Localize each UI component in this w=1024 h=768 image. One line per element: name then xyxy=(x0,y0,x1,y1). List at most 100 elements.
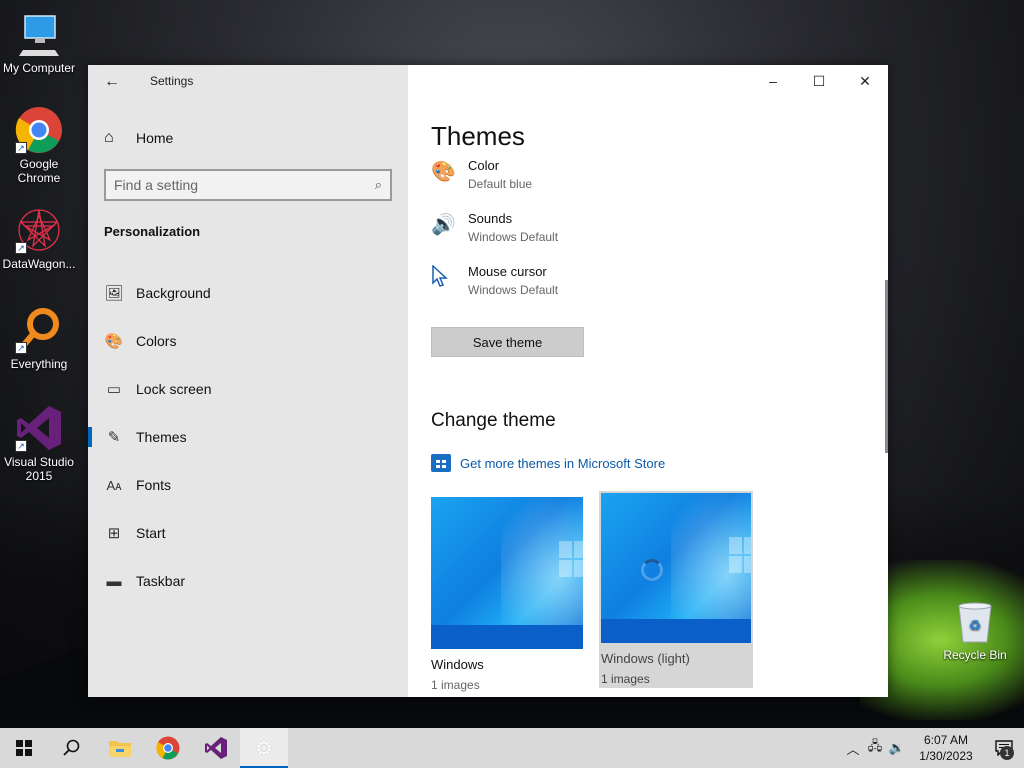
shortcut-arrow-icon: ↗ xyxy=(15,440,27,452)
page-title: Themes xyxy=(431,121,525,151)
datawagon-icon: ↗ xyxy=(15,206,63,254)
desktop-icon-label: Recycle Bin xyxy=(943,648,1007,662)
fonts-icon: Aᴀ xyxy=(106,477,122,493)
theme-thumbnail xyxy=(431,497,583,649)
setting-color[interactable]: 🎨 Color Default blue xyxy=(431,157,532,193)
taskbar-file-explorer[interactable] xyxy=(96,728,144,768)
sidebar-item-label: Lock screen xyxy=(136,381,212,397)
taskbar-chrome[interactable] xyxy=(144,728,192,768)
theme-card-windows[interactable]: Windows 1 images xyxy=(431,497,585,692)
window-controls: – ☐ ✕ xyxy=(750,65,888,97)
cursor-icon xyxy=(431,263,468,299)
search-box: ⌕ xyxy=(104,169,392,201)
store-icon xyxy=(431,454,451,472)
setting-sounds[interactable]: 🔊 Sounds Windows Default xyxy=(431,210,558,246)
theme-name: Windows (light) xyxy=(601,651,690,666)
sidebar-item-themes[interactable]: ✎ Themes xyxy=(88,413,408,461)
search-input[interactable] xyxy=(114,177,375,193)
clock[interactable]: 6:07 AM 1/30/2023 xyxy=(908,732,984,764)
desktop-icon-label: DataWagon... xyxy=(2,257,76,271)
app-title: Settings xyxy=(150,74,194,88)
image-icon: 🖼 xyxy=(104,285,124,302)
palette-icon: 🎨 xyxy=(104,333,124,350)
store-link[interactable]: Get more themes in Microsoft Store xyxy=(431,454,665,472)
sidebar-item-lock-screen[interactable]: ▭ Lock screen xyxy=(88,365,408,413)
folder-icon xyxy=(109,741,131,757)
palette-icon: 🎨 xyxy=(431,161,456,183)
sidebar-item-fonts[interactable]: Aᴀ Fonts xyxy=(88,461,408,509)
everything-search-icon: ↗ xyxy=(15,306,63,354)
sidebar-item-label: Colors xyxy=(136,333,177,349)
save-theme-button[interactable]: Save theme xyxy=(431,327,584,357)
setting-label: Color xyxy=(468,158,500,173)
settings-content: – ☐ ✕ Themes 🎨 Color Default blue 🔊 Soun… xyxy=(408,65,888,697)
search-button[interactable] xyxy=(48,728,96,768)
settings-sidebar: ← Settings ⌂ Home ⌕ Personalization 🖼 Ba… xyxy=(88,65,408,697)
system-tray: ︿ 🖧 🔉 6:07 AM 1/30/2023 1 xyxy=(842,728,1024,768)
setting-label: Sounds xyxy=(468,211,513,226)
desktop-icon-label: Visual Studio 2015 xyxy=(4,455,74,483)
taskbar-visual-studio[interactable] xyxy=(192,728,240,768)
action-center-button[interactable]: 1 xyxy=(984,728,1024,768)
notification-badge: 1 xyxy=(1000,746,1014,760)
themes-icon: ✎ xyxy=(107,429,121,446)
setting-value: Windows Default xyxy=(468,230,559,244)
sidebar-item-label: Background xyxy=(136,285,211,301)
sidebar-item-taskbar[interactable]: ▬ Taskbar xyxy=(88,557,408,605)
minimize-button[interactable]: – xyxy=(750,65,796,97)
loading-spinner-icon xyxy=(641,559,663,581)
setting-value: Default blue xyxy=(468,177,533,191)
theme-thumbnail xyxy=(601,493,751,643)
sidebar-item-colors[interactable]: 🎨 Colors xyxy=(88,317,408,365)
network-icon[interactable]: 🖧 xyxy=(864,737,886,759)
desktop-icon-recycle-bin[interactable]: ♻ Recycle Bin xyxy=(940,600,1010,662)
taskbar-icon: ▬ xyxy=(106,572,122,590)
speaker-icon: 🔊 xyxy=(431,214,456,236)
desktop-icon-google-chrome[interactable]: ↗ Google Chrome xyxy=(0,106,78,185)
chevron-up-icon[interactable]: ︿ xyxy=(842,739,864,758)
title-bar: ← Settings xyxy=(88,65,408,97)
start-button[interactable] xyxy=(0,728,48,768)
clock-date: 1/30/2023 xyxy=(919,749,973,763)
sidebar-item-start[interactable]: ⊞ Start xyxy=(88,509,408,557)
back-button[interactable]: ← xyxy=(98,71,126,93)
section-heading: Personalization xyxy=(104,224,201,239)
shortcut-arrow-icon: ↗ xyxy=(15,242,27,254)
shortcut-arrow-icon: ↗ xyxy=(15,142,27,154)
setting-value: Windows Default xyxy=(468,283,559,297)
sidebar-nav: 🖼 Background 🎨 Colors ▭ Lock screen ✎ Th… xyxy=(88,269,408,605)
desktop-icon-my-computer[interactable]: My Computer xyxy=(0,10,78,75)
windows-logo-icon xyxy=(559,541,583,579)
sidebar-item-home[interactable]: ⌂ Home xyxy=(104,129,173,147)
sidebar-item-background[interactable]: 🖼 Background xyxy=(88,269,408,317)
windows-start-icon xyxy=(16,740,32,756)
start-icon: ⊞ xyxy=(107,525,121,542)
setting-mouse-cursor[interactable]: Mouse cursor Windows Default xyxy=(431,263,558,299)
theme-count: 1 images xyxy=(601,672,650,686)
windows-logo-icon xyxy=(729,537,751,575)
desktop-icon-visual-studio[interactable]: ↗ Visual Studio 2015 xyxy=(0,404,78,483)
setting-label: Mouse cursor xyxy=(468,264,547,279)
theme-card-windows-light[interactable]: Windows (light) 1 images xyxy=(599,491,753,688)
desktop-icon-datawagon[interactable]: ↗ DataWagon... xyxy=(0,206,78,271)
volume-icon[interactable]: 🔉 xyxy=(886,740,908,756)
clock-time: 6:07 AM xyxy=(923,733,969,747)
home-icon: ⌂ xyxy=(104,129,114,146)
taskbar-settings[interactable]: ⚙ xyxy=(240,728,288,768)
computer-icon xyxy=(15,10,63,58)
store-link-label: Get more themes in Microsoft Store xyxy=(460,455,666,471)
back-arrow-icon: ← xyxy=(104,73,120,90)
maximize-button[interactable]: ☐ xyxy=(796,65,842,97)
chrome-icon xyxy=(156,736,180,760)
shortcut-arrow-icon: ↗ xyxy=(15,342,27,354)
sidebar-item-label: Start xyxy=(136,525,166,541)
desktop-icon-label: My Computer xyxy=(2,61,76,75)
sidebar-item-label: Taskbar xyxy=(136,573,186,589)
search-icon: ⌕ xyxy=(374,177,382,192)
theme-count: 1 images xyxy=(431,678,480,692)
close-button[interactable]: ✕ xyxy=(842,65,888,97)
recycle-bin-icon: ♻ xyxy=(955,600,995,644)
content-scrollbar[interactable] xyxy=(885,280,888,453)
desktop-icon-everything[interactable]: ↗ Everything xyxy=(0,306,78,371)
visual-studio-icon xyxy=(205,737,227,759)
